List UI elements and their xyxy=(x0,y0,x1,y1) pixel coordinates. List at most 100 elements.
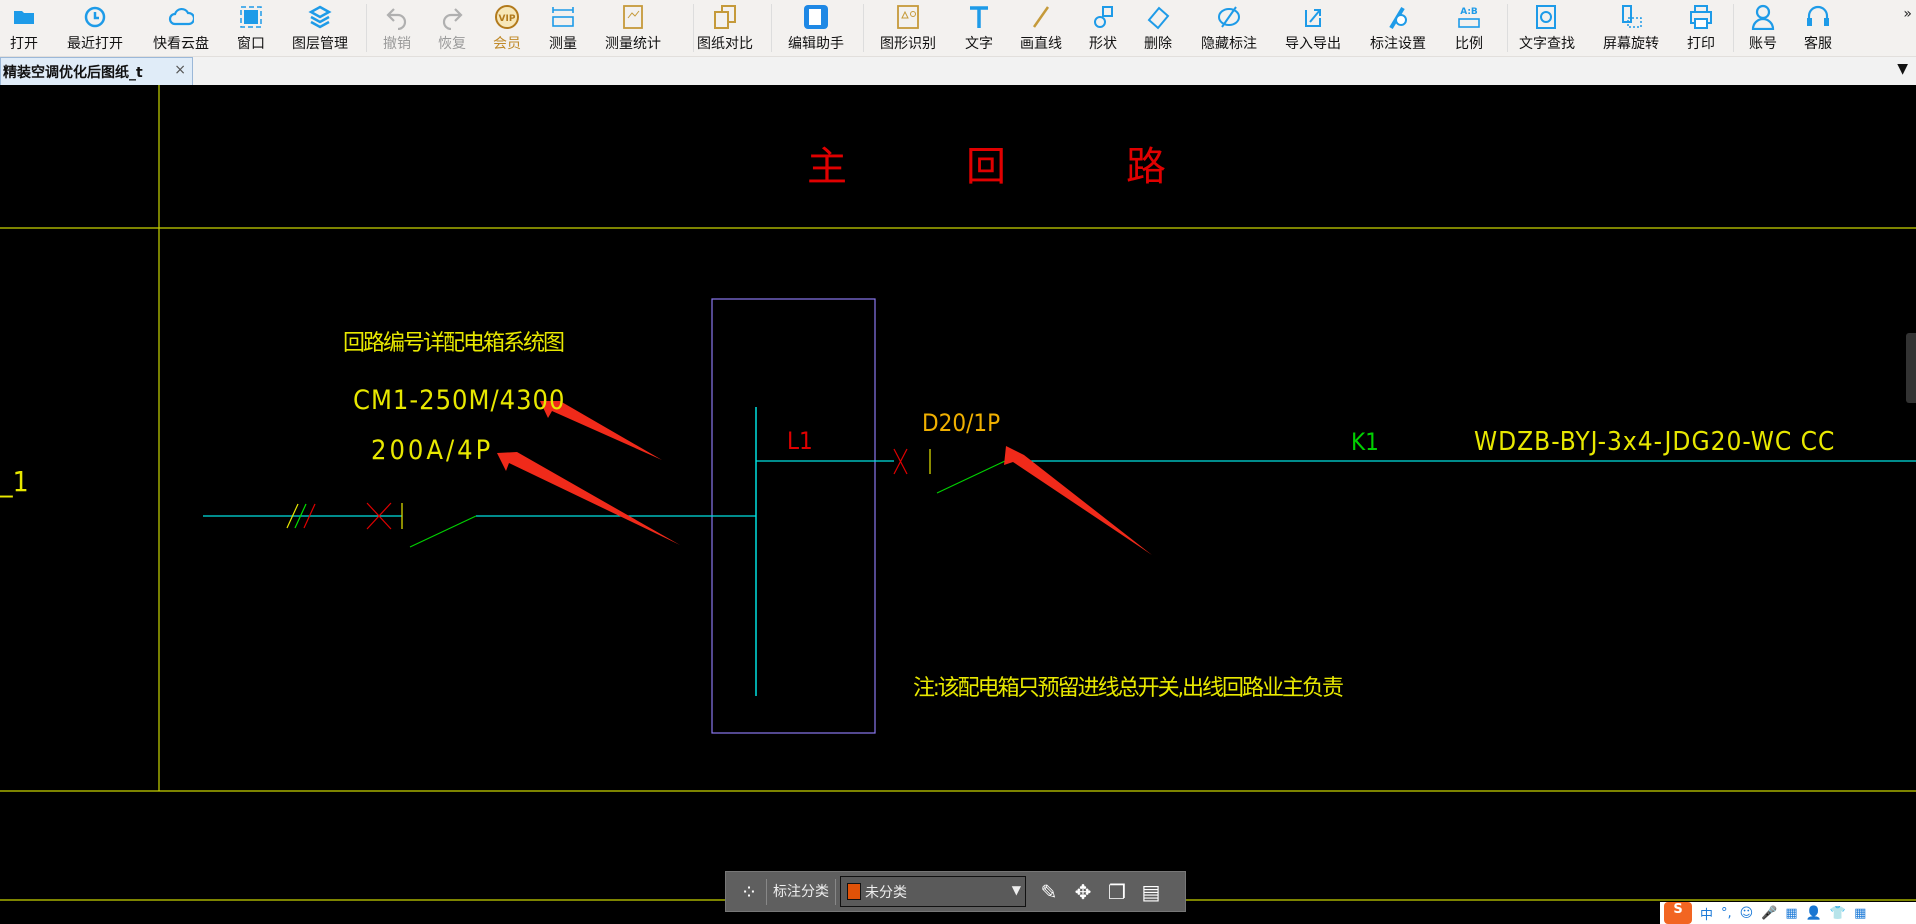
tab-title: 精装空调优化后图纸_t xyxy=(3,65,143,81)
ime-tool-icon[interactable]: 中 xyxy=(1700,904,1713,923)
toolbar-button-cloud[interactable]: 快看云盘 xyxy=(144,2,218,55)
annotation-category-label: 标注分类 xyxy=(766,878,836,905)
main-toolbar: » 打开 最近打开 快看云盘 窗口 图层管理 撤销 恢复 VIP 会员 测量 测量统计 图纸对比 编辑助… xyxy=(0,0,1916,57)
toolbar-button-label: 比例 xyxy=(1455,36,1483,52)
toolbar-button-label: 快看云盘 xyxy=(153,36,209,52)
toolbar-separator xyxy=(863,4,864,52)
grid-apps-icon[interactable]: ⁘ xyxy=(732,880,766,904)
redo-icon xyxy=(442,8,463,30)
tab-drawing[interactable]: 精装空调优化后图纸_t × xyxy=(0,57,193,85)
svg-text:VIP: VIP xyxy=(499,14,516,24)
import-export-icon xyxy=(1305,9,1321,27)
toolbar-button-label: 最近打开 xyxy=(67,36,123,52)
svg-text:A:B: A:B xyxy=(1460,7,1478,17)
circuit-label: K1 xyxy=(1351,428,1379,456)
toolbar-button-label: 导入导出 xyxy=(1285,36,1341,52)
eraser-icon xyxy=(1147,6,1170,30)
toolbar-button-measure-stats[interactable]: 测量统计 xyxy=(596,2,670,55)
toolbar-button-label: 标注设置 xyxy=(1370,36,1426,52)
toolbar-separator xyxy=(366,4,367,52)
toolbar-button-label: 隐藏标注 xyxy=(1201,36,1257,52)
ime-tool-icon[interactable]: °, xyxy=(1721,906,1732,921)
toolbar-more-button[interactable]: » xyxy=(1903,6,1912,22)
drawing-note: 注:该配电箱只预留进线总开关,出线回路业主负责 xyxy=(913,676,1344,701)
text-search-icon xyxy=(1536,5,1556,29)
print-icon xyxy=(1690,5,1712,29)
arrow-3 xyxy=(1004,446,1152,555)
ime-toolbar: S 中 °, ☺ 🎤 ▦ 👤 👕 ▦ xyxy=(1660,902,1916,924)
text-icon xyxy=(970,6,988,28)
arrow-2 xyxy=(497,452,680,545)
tab-close-icon[interactable]: × xyxy=(174,62,186,78)
drawing-canvas[interactable]: 主 回 路 回路编号详配电箱系统图 CM1-250M/4300 200A/4P … xyxy=(0,85,1916,924)
tab-bar: 精装空调优化后图纸_t × ▼ xyxy=(0,57,1916,85)
ime-tool-icon[interactable]: ☺ xyxy=(1740,906,1754,921)
measure-stats-icon xyxy=(623,5,643,29)
toolbar-button-rotate-screen[interactable]: 屏幕旋转 xyxy=(1594,2,1668,55)
annotation-category-select[interactable]: 未分类 ▼ xyxy=(840,876,1026,907)
toolbar-button-text-search[interactable]: 文字查找 xyxy=(1510,2,1584,55)
edit-icon[interactable]: ✎ xyxy=(1032,880,1066,904)
toolbar-button-layers[interactable]: 图层管理 xyxy=(283,2,357,55)
copy-icon[interactable]: ❐ xyxy=(1100,880,1134,904)
paste-icon[interactable]: ▤ xyxy=(1134,880,1168,904)
ime-tool-icon[interactable]: 🎤 xyxy=(1761,906,1777,921)
toolbar-button-label: 打开 xyxy=(10,36,38,52)
side-scroll-handle[interactable] xyxy=(1906,333,1916,403)
toolbar-button-label: 测量 xyxy=(549,36,577,52)
toolbar-separator xyxy=(1507,4,1508,52)
drawing-title-char: 回 xyxy=(966,144,1006,190)
compare-icon xyxy=(714,5,736,29)
sogou-logo[interactable]: S xyxy=(1664,902,1692,924)
category-color-swatch xyxy=(847,883,861,900)
left-edge-label: _1 xyxy=(0,465,29,498)
ime-tool-icon[interactable]: ▦ xyxy=(1785,906,1797,921)
toolbar-button-label: 编辑助手 xyxy=(788,36,844,52)
ime-tool-icon[interactable]: 👤 xyxy=(1806,906,1822,921)
toolbar-button-label: 文字查找 xyxy=(1519,36,1575,52)
drawing-title-char: 主 xyxy=(807,144,847,190)
toolbar-button-label: 窗口 xyxy=(237,36,265,52)
eye-hidden-icon xyxy=(1218,6,1240,28)
main-breaker-rating: 200A/4P xyxy=(371,435,494,466)
toolbar-button-scale[interactable]: A:B 比例 xyxy=(1432,2,1506,55)
ime-tool-icon[interactable]: 👕 xyxy=(1830,906,1846,921)
cad-edit-icon xyxy=(804,5,828,29)
toolbar-button-window[interactable]: 窗口 xyxy=(214,2,288,55)
toolbar-button-label: 图形识别 xyxy=(880,36,936,52)
phase-label: L1 xyxy=(787,427,813,455)
toolbar-separator xyxy=(1733,4,1734,52)
toolbar-button-eye-hidden[interactable]: 隐藏标注 xyxy=(1192,2,1266,55)
toolbar-button-recent[interactable]: 最近打开 xyxy=(58,2,132,55)
line-icon xyxy=(1032,6,1050,28)
toolbar-button-shape-recognize[interactable]: 图形识别 xyxy=(871,2,945,55)
category-selected: 未分类 xyxy=(865,884,907,901)
toolbar-button-label: 测量统计 xyxy=(605,36,661,52)
toolbar-button-ruler[interactable]: 测量 xyxy=(526,2,600,55)
move-icon[interactable]: ✥ xyxy=(1066,880,1100,904)
toolbar-button-cad-edit[interactable]: 编辑助手 xyxy=(779,2,853,55)
toolbar-button-folder-open[interactable]: 打开 xyxy=(0,2,61,55)
rotate-screen-icon xyxy=(1622,5,1642,28)
drawing-title-char: 路 xyxy=(1126,144,1166,190)
toolbar-separator xyxy=(693,4,694,52)
vip-icon: VIP xyxy=(495,5,519,29)
toolbar-button-annotation-settings[interactable]: 标注设置 xyxy=(1361,2,1435,55)
annotation-settings-icon xyxy=(1389,6,1407,30)
layers-icon xyxy=(308,5,332,29)
ime-tool-icon[interactable]: ▦ xyxy=(1854,906,1866,921)
cloud-icon xyxy=(168,7,194,26)
toolbar-button-label: 删除 xyxy=(1144,36,1172,52)
cable-spec: WDZB-BYJ-3x4-JDG20-WC CC xyxy=(1474,427,1836,457)
toolbar-button-headset[interactable]: 客服 xyxy=(1781,2,1855,55)
main-breaker-model: CM1-250M/4300 xyxy=(353,385,566,416)
shapes-icon xyxy=(1094,6,1113,28)
undo-icon xyxy=(386,8,407,30)
headset-icon xyxy=(1807,5,1829,26)
diagram-heading: 回路编号详配电箱系统图 xyxy=(343,331,565,356)
toolbar-button-compare[interactable]: 图纸对比 xyxy=(688,2,762,55)
user-icon xyxy=(1751,4,1775,30)
toolbar-button-import-export[interactable]: 导入导出 xyxy=(1276,2,1350,55)
toolbar-button-eraser[interactable]: 删除 xyxy=(1121,2,1195,55)
tab-list-menu-button[interactable]: ▼ xyxy=(1897,61,1908,77)
